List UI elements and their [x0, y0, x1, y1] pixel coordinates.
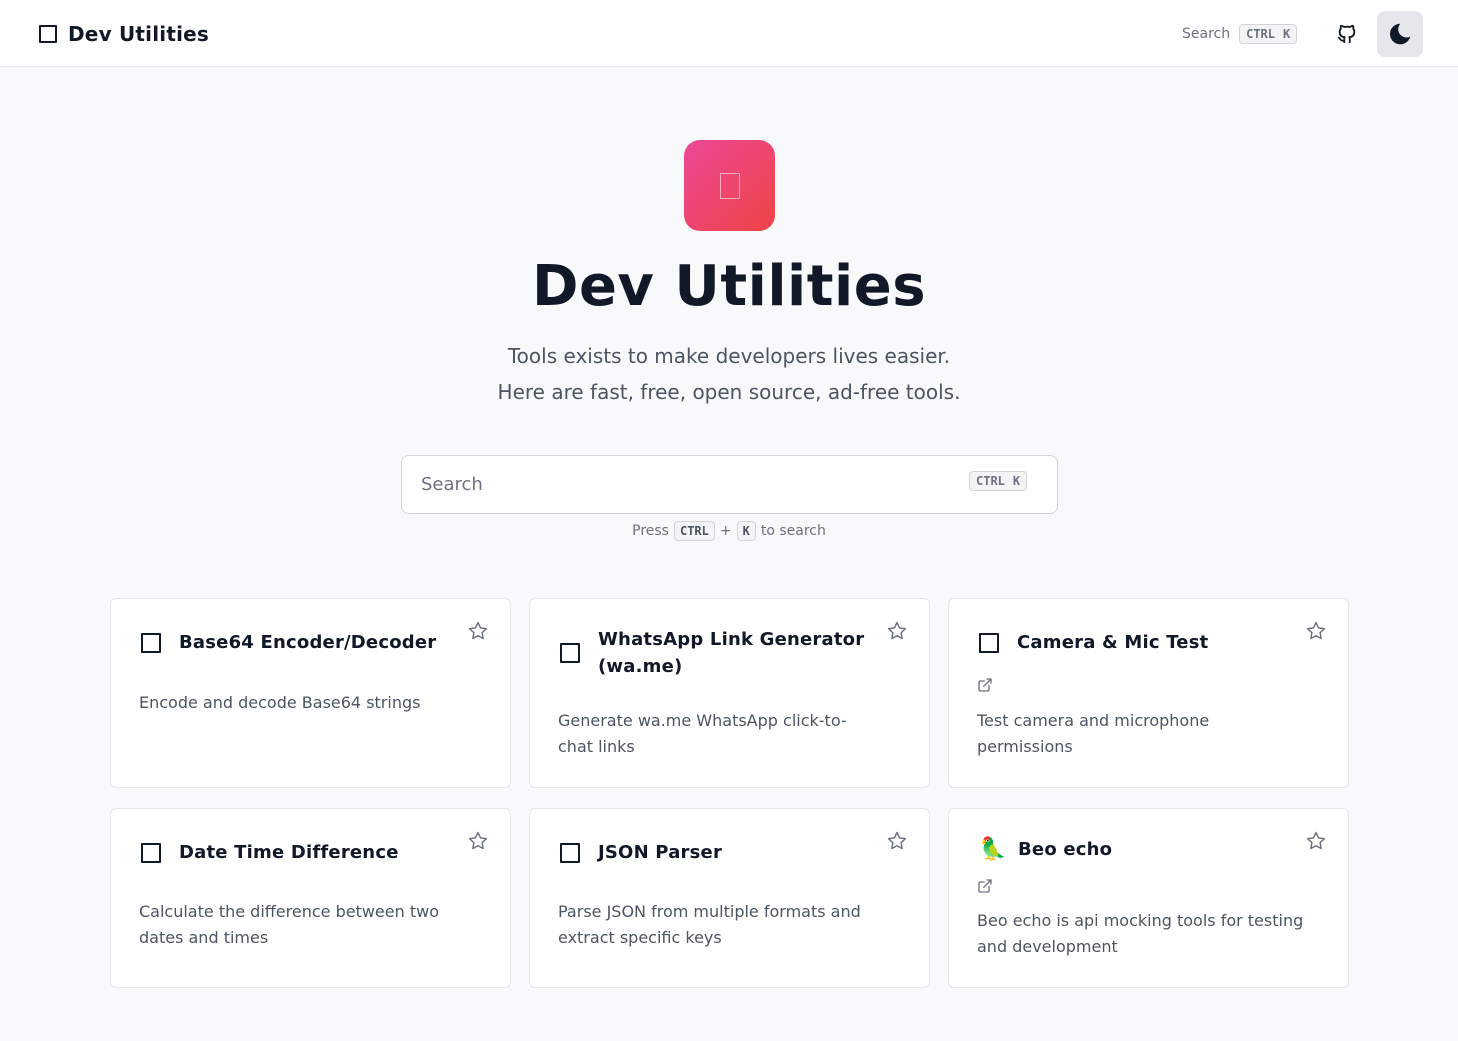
square-icon	[141, 842, 161, 863]
card-title: Beo echo	[1018, 839, 1113, 860]
favorite-button[interactable]	[885, 619, 909, 643]
favorite-button[interactable]	[885, 829, 909, 853]
search-hint: Press CTRL + K to search	[0, 521, 1458, 542]
hero-subtitle-line1: Tools exists to make developers lives ea…	[507, 344, 951, 368]
card-description: Test camera and microphone permissions	[977, 711, 1210, 756]
square-icon	[141, 632, 161, 653]
card-title: Base64 Encoder/Decoder	[179, 632, 437, 653]
github-icon	[1337, 24, 1356, 44]
kbd-k: K	[1283, 27, 1291, 41]
card-title: Camera & Mic Test	[1017, 632, 1209, 653]
hint-plus: +	[719, 523, 732, 540]
external-link-icon	[978, 879, 992, 893]
header-search-button[interactable]: Search CTRL K	[1182, 21, 1298, 47]
square-icon	[560, 643, 580, 663]
star-icon	[887, 831, 907, 850]
card-description: Generate wa.me WhatsApp click-to-chat li…	[558, 711, 847, 756]
tool-card-json-parser[interactable]: JSON Parser Parse JSON from multiple for…	[529, 808, 930, 988]
star-icon	[1306, 621, 1326, 640]
moon-icon	[1390, 23, 1411, 45]
tool-card-base64[interactable]: Base64 Encoder/Decoder Encode and decode…	[110, 598, 511, 788]
card-description: Beo echo is api mocking tools for testin…	[977, 911, 1304, 956]
favorite-button[interactable]	[466, 829, 490, 853]
square-icon	[979, 632, 999, 653]
favorite-button[interactable]	[1304, 829, 1328, 853]
theme-toggle-button[interactable]	[1377, 11, 1423, 57]
brand-link[interactable]: Dev Utilities	[39, 20, 209, 48]
hint-kbd-k: K	[736, 521, 756, 542]
brand-name: Dev Utilities	[68, 22, 210, 46]
top-nav: Dev Utilities Search CTRL K	[0, 0, 1458, 67]
hint-kbd-ctrl: CTRL	[673, 521, 715, 542]
card-description: Parse JSON from multiple formats and ext…	[558, 902, 861, 947]
card-header: Date Time Difference	[141, 839, 461, 866]
external-link-icon	[978, 678, 992, 692]
star-icon	[1306, 831, 1326, 850]
star-icon	[887, 621, 907, 640]
square-icon	[39, 25, 57, 43]
card-title: JSON Parser	[598, 842, 723, 863]
hero-subtitle-line2: Here are fast, free, open source, ad-fre…	[497, 380, 961, 404]
parrot-icon: 🦜	[979, 836, 1007, 862]
logo-glyph-icon	[719, 172, 740, 199]
card-description: Calculate the difference between two dat…	[139, 902, 439, 947]
star-icon	[468, 621, 488, 640]
card-title: Date Time Difference	[179, 842, 399, 863]
search-input[interactable]	[403, 457, 963, 512]
page-title: Dev Utilities	[531, 254, 927, 319]
hint-suffix: to search	[760, 523, 826, 540]
card-header: 🦜 Beo echo	[979, 836, 1299, 863]
square-icon	[560, 842, 580, 863]
tool-card-date-time-difference[interactable]: Date Time Difference Calculate the diffe…	[110, 808, 511, 988]
favorite-button[interactable]	[466, 619, 490, 643]
hint-press: Press	[632, 523, 669, 540]
tool-card-camera-mic[interactable]: Camera & Mic Test Test camera and microp…	[948, 598, 1349, 788]
tool-card-beo-echo[interactable]: 🦜 Beo echo Beo echo is api mocking tools…	[948, 808, 1349, 988]
card-title: WhatsApp Link Generator (wa.me)	[598, 629, 865, 677]
header-search-label: Search	[1182, 26, 1231, 42]
card-header: Camera & Mic Test	[979, 629, 1299, 656]
card-header: WhatsApp Link Generator (wa.me)	[560, 626, 870, 680]
favorite-button[interactable]	[1304, 619, 1328, 643]
kbd-ctrl: CTRL	[1246, 27, 1276, 41]
hero-logo	[684, 140, 775, 231]
card-description: Encode and decode Base64 strings	[139, 693, 421, 712]
card-header: JSON Parser	[560, 839, 880, 866]
kbd-k: K	[1012, 474, 1021, 488]
kbd-ctrl: CTRL	[976, 474, 1005, 488]
star-icon	[468, 831, 488, 850]
card-header: Base64 Encoder/Decoder	[141, 629, 461, 656]
header-shortcut-kbd: CTRL K	[1239, 24, 1298, 44]
search-shortcut-kbd: CTRL K	[969, 471, 1028, 491]
github-link[interactable]	[1333, 20, 1361, 48]
search-box: CTRL K	[401, 455, 1058, 514]
tool-card-whatsapp[interactable]: WhatsApp Link Generator (wa.me) Generate…	[529, 598, 930, 788]
